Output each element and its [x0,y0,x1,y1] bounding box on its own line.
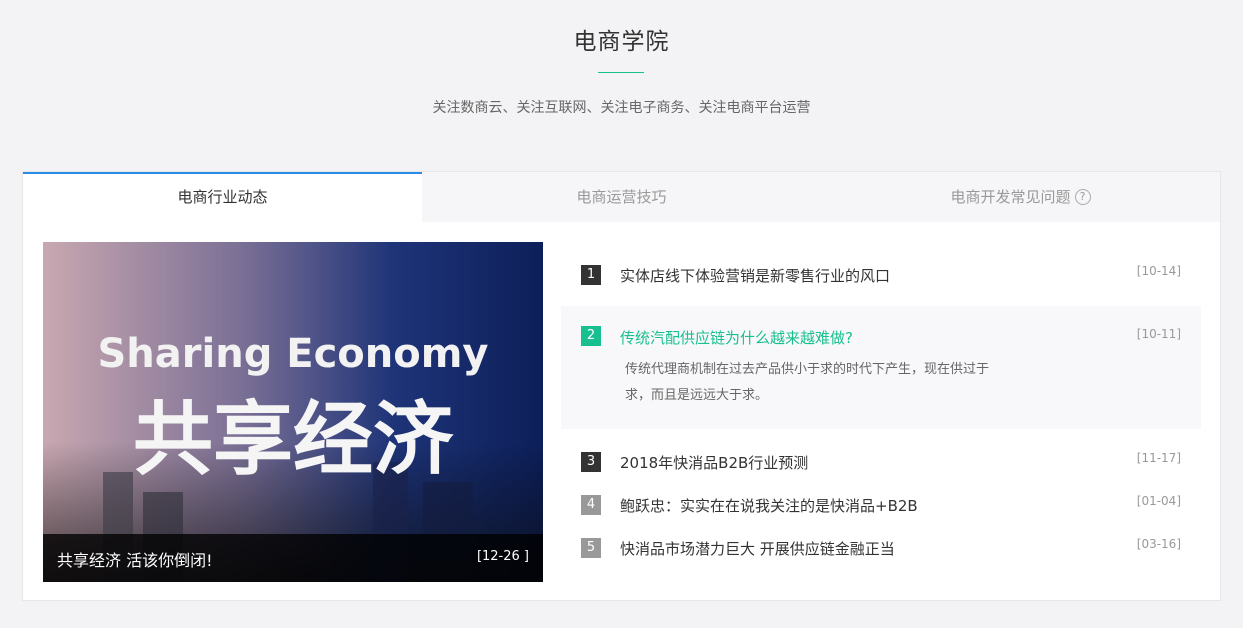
help-icon: ? [1074,188,1091,205]
page-subtitle: 关注数商云、关注互联网、关注电子商务、关注电商平台运营 [432,100,811,116]
image-text-cn: 共享经济 [133,393,454,486]
list-item[interactable]: 3 2018年快消品B2B行业预测 [11-17] [561,449,1201,479]
news-date: [10-14] [1136,264,1181,278]
rank-badge: 3 [581,452,601,472]
featured-article[interactable]: Sharing Economy 共享经济 共享经济 活该你倒闭! [12-26 … [43,242,543,582]
news-panel: 电商行业动态 电商运营技巧 电商开发常见问题? Sharing Economy … [22,171,1221,601]
news-summary-line: 求，而且是远远大于求。 [625,388,769,403]
tab-industry-news[interactable]: 电商行业动态 [23,172,422,222]
list-item-expanded[interactable]: 2 传统汽配供应链为什么越来越难做? [10-11] 传统代理商机制在过去产品供… [561,306,1201,429]
news-summary: 传统代理商机制在过去产品供小于求的时代下产生，现在供过于 求，而且是远远大于求。 [625,357,1025,409]
tab-label: 电商开发常见问题 [950,188,1071,206]
tab-label: 电商行业动态 [177,188,268,206]
list-item[interactable]: 5 快消品市场潜力巨大 开展供应链金融正当 [03-16] [561,535,1201,565]
image-text-en: Sharing Economy [98,331,489,377]
news-title[interactable]: 鲍跃忠：实实在在说我关注的是快消品+B2B [620,495,918,516]
title-underline [598,72,644,73]
news-date: [10-11] [1136,327,1181,341]
list-item[interactable]: 1 实体店线下体验营销是新零售行业的风口 [10-14] [561,262,1201,292]
page-title: 电商学院 [573,29,670,55]
rank-badge: 5 [581,538,601,558]
tab-bar: 电商行业动态 电商运营技巧 电商开发常见问题? [23,172,1220,222]
news-date: [11-17] [1136,451,1181,465]
list-item[interactable]: 4 鲍跃忠：实实在在说我关注的是快消品+B2B [01-04] [561,492,1201,522]
news-date: [03-16] [1136,537,1181,551]
news-title[interactable]: 快消品市场潜力巨大 开展供应链金融正当 [620,538,895,559]
tab-operation-tips[interactable]: 电商运营技巧 [422,172,821,222]
tab-dev-faq[interactable]: 电商开发常见问题? [821,172,1220,222]
rank-badge: 4 [581,495,601,515]
news-title[interactable]: 传统汽配供应链为什么越来越难做? [620,327,853,348]
featured-caption-bar: 共享经济 活该你倒闭! [12-26 ] [43,534,543,582]
news-title[interactable]: 实体店线下体验营销是新零售行业的风口 [620,265,890,286]
news-summary-line: 传统代理商机制在过去产品供小于求的时代下产生，现在供过于 [625,362,990,377]
rank-badge: 1 [581,265,601,285]
featured-image: Sharing Economy 共享经济 [43,242,543,582]
tab-label: 电商运营技巧 [576,188,667,206]
rank-badge: 2 [581,326,601,346]
news-title[interactable]: 2018年快消品B2B行业预测 [620,452,808,473]
news-date: [01-04] [1136,494,1181,508]
featured-title[interactable]: 共享经济 活该你倒闭! [57,547,213,571]
featured-date: [12-26 ] [476,549,529,564]
